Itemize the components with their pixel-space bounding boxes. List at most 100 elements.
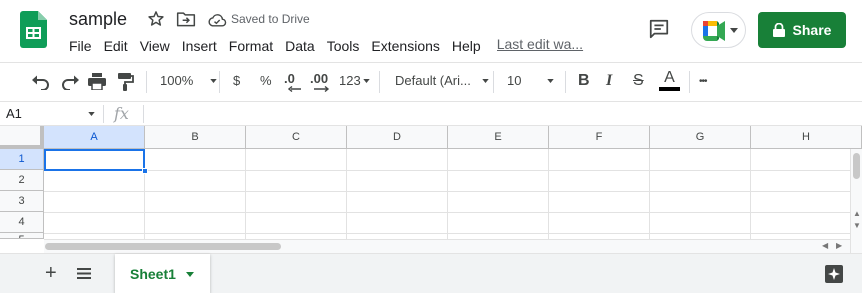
undo-button[interactable] [32,74,50,90]
comment-icon[interactable] [648,18,670,40]
decrease-decimal-button[interactable]: .0 [284,71,302,92]
grid-line [649,149,650,253]
select-all-corner[interactable] [0,126,44,149]
add-sheet-button[interactable]: + [45,263,57,283]
saved-status: Saved to Drive [231,12,310,26]
paint-format-button[interactable] [118,73,134,91]
zoom-value: 100% [160,73,194,88]
chevron-down-icon [482,78,489,83]
column-header-g[interactable]: G [650,126,751,149]
menu-view[interactable]: View [134,36,176,58]
text-color-label: A [664,69,675,86]
redo-icon [62,75,79,90]
meet-icon [703,21,725,41]
bold-button[interactable]: B [578,72,590,90]
grid-line [346,149,347,253]
scroll-up-arrow[interactable]: ▲ [853,209,861,218]
column-header-h[interactable]: H [751,126,862,149]
fill-handle[interactable] [142,168,148,174]
vertical-scroll-thumb[interactable] [853,153,860,179]
menu-help[interactable]: Help [446,36,487,58]
sheet-bar: + Sheet1 [0,253,862,293]
last-edit-link[interactable]: Last edit wa... [497,36,591,58]
formula-bar-separator [103,105,104,123]
menu-file[interactable]: File [63,36,98,58]
grid-line [245,149,246,253]
menu-edit[interactable]: Edit [98,36,134,58]
zoom-select[interactable]: 100% [160,73,217,88]
all-sheets-icon[interactable] [77,268,91,279]
grid-line [447,149,448,253]
column-header-f[interactable]: F [549,126,650,149]
italic-button[interactable]: I [606,72,612,90]
fx-icon: fx [114,104,129,123]
grid-line [44,212,850,213]
chevron-down-icon[interactable] [88,112,95,116]
move-folder-icon[interactable] [176,10,196,28]
column-header-b[interactable]: B [145,126,246,149]
vertical-scrollbar[interactable]: ▲ ▼ [850,149,862,253]
column-header-e[interactable]: E [448,126,549,149]
row-header-3[interactable]: 3 [0,191,44,212]
spreadsheet-grid[interactable]: A B C D E F G H 1 2 3 4 5 ▲ ▼ ◀ ▶ [0,126,862,253]
horizontal-scroll-thumb[interactable] [45,243,281,250]
print-button[interactable] [88,73,106,90]
chevron-down-icon [210,78,217,83]
menu-bar: File Edit View Insert Format Data Tools … [63,36,591,58]
menu-data[interactable]: Data [279,36,321,58]
row-header-2[interactable]: 2 [0,170,44,191]
scroll-down-arrow[interactable]: ▼ [853,221,861,230]
toolbar-separator [689,71,690,93]
explore-icon[interactable] [824,264,844,284]
menu-insert[interactable]: Insert [176,36,223,58]
print-icon [88,73,106,90]
horizontal-scrollbar[interactable]: ◀ ▶ [44,239,850,253]
document-title[interactable]: sample [69,9,127,30]
more-options-button[interactable]: ••• [699,76,707,87]
toolbar-separator [219,71,220,93]
paint-format-icon [118,73,134,91]
chevron-down-icon [547,78,555,83]
increase-decimal-button[interactable]: .00 [310,71,331,92]
text-color-button[interactable]: A [659,69,680,91]
toolbar-separator [493,71,494,93]
app-header: sample Saved to Drive File Edit View Ins… [0,0,862,62]
active-cell-a1[interactable] [44,149,145,171]
sheets-logo-icon[interactable] [20,11,47,48]
redo-button[interactable] [61,74,79,90]
formula-bar-separator [143,105,144,123]
star-icon[interactable] [146,9,166,29]
currency-format-button[interactable]: $ [233,73,240,88]
scroll-right-arrow[interactable]: ▶ [836,241,842,250]
column-header-a[interactable]: A [44,126,145,149]
font-family-select[interactable]: Default (Ari... [395,73,489,88]
grid-line [548,149,549,253]
sheet-tab-sheet1[interactable]: Sheet1 [115,254,210,293]
percent-format-button[interactable]: % [260,73,272,88]
strikethrough-button[interactable]: S [633,72,644,90]
more-formats-button[interactable]: 123 [339,73,370,88]
row-header-4[interactable]: 4 [0,212,44,233]
cloud-saved-icon[interactable] [207,12,227,28]
chevron-down-icon [730,28,738,33]
arrow-left-icon [288,86,301,92]
arrow-right-icon [314,86,330,92]
meet-button[interactable] [691,12,746,48]
column-header-c[interactable]: C [246,126,347,149]
share-button[interactable]: Share [758,12,846,48]
menu-format[interactable]: Format [223,36,279,58]
font-size-select[interactable]: 10 [507,73,555,88]
grid-line [44,170,850,171]
row-header-5[interactable]: 5 [0,233,44,239]
grid-line [44,191,850,192]
chevron-down-icon [363,78,370,83]
name-box[interactable]: A1 [6,106,22,121]
scroll-left-arrow[interactable]: ◀ [822,241,828,250]
text-color-swatch [659,87,680,91]
column-header-d[interactable]: D [347,126,448,149]
toolbar-separator [565,71,566,93]
menu-tools[interactable]: Tools [321,36,366,58]
menu-extensions[interactable]: Extensions [365,36,445,58]
row-header-1[interactable]: 1 [0,149,44,170]
toolbar-separator [379,71,380,93]
